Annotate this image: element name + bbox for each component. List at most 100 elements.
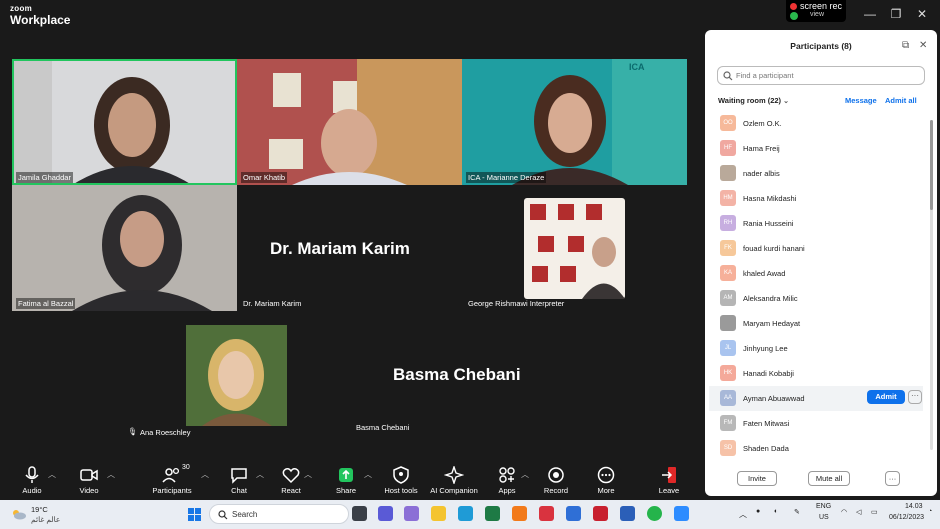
app-icon-media[interactable] — [539, 506, 554, 521]
clock-time[interactable]: 14.03 — [905, 503, 923, 510]
close-panel-icon[interactable]: ✕ — [919, 40, 927, 51]
notifications-icon[interactable]: ◔ — [928, 508, 932, 515]
participant-name: Shaden Dada — [743, 444, 789, 453]
participant-video — [12, 185, 237, 311]
react-options-chevron-icon[interactable]: ︿ — [304, 469, 312, 480]
waiting-list-item[interactable]: Maryam Hedayat — [709, 311, 923, 336]
share-label: Share — [335, 486, 356, 495]
app-icon-teams[interactable] — [378, 506, 393, 521]
tray-overflow-chevron-icon[interactable]: ︿ — [739, 509, 747, 520]
video-tile-marianne[interactable]: ICA ICA - Marianne Deraze — [462, 59, 687, 185]
chevron-down-icon: ⌄ — [783, 98, 790, 105]
video-gallery: Jamila Ghaddar Omar Khatib ICA ICA - Mar… — [0, 30, 704, 463]
close-window-button[interactable]: ✕ — [914, 6, 930, 22]
video-tile-fatima[interactable]: Fatima al Bazzal — [12, 185, 237, 311]
restore-button[interactable]: ❐ — [888, 6, 904, 22]
host-tools-button[interactable]: Host tools — [371, 466, 431, 500]
invite-button[interactable]: Invite — [737, 471, 777, 486]
tile-name: Fatima al Bazzal — [16, 298, 76, 309]
waiting-list-item[interactable]: HM Hasna Mikdashi — [709, 186, 923, 211]
app-icon-folder[interactable] — [431, 506, 446, 521]
avatar: AA — [720, 390, 736, 406]
app-icon-edge[interactable] — [458, 506, 473, 521]
video-tile-basma[interactable]: Basma Chebani Basma Chebani — [350, 325, 575, 435]
participant-name: Hanadi Kobabji — [743, 369, 794, 378]
battery-icon[interactable]: ▭ — [871, 508, 878, 516]
tray-app-icon[interactable]: ✎ — [794, 508, 800, 516]
waiting-list-item[interactable]: FK fouad kurdi hanani — [709, 236, 923, 261]
waiting-list-item[interactable]: HK Hanadi Kobabji — [709, 361, 923, 386]
app-icon-word[interactable] — [620, 506, 635, 521]
react-button[interactable]: React — [261, 466, 321, 500]
audio-options-chevron-icon[interactable]: ︿ — [48, 469, 56, 480]
waiting-room-label: Waiting room (22) — [718, 96, 782, 105]
waiting-list-item[interactable]: KA khaled Awad — [709, 261, 923, 286]
app-icon-excel[interactable] — [485, 506, 500, 521]
participant-more-button[interactable]: ··· — [908, 390, 922, 404]
taskbar-search[interactable]: Search — [209, 504, 349, 524]
panel-scrollbar-thumb[interactable] — [930, 120, 933, 210]
participant-name: Hama Freij — [743, 144, 780, 153]
leave-button[interactable]: Leave — [639, 466, 699, 500]
app-icon-copilot[interactable] — [404, 506, 419, 521]
avatar: JL — [720, 340, 736, 356]
video-tile-omar[interactable]: Omar Khatib — [237, 59, 462, 185]
shield-icon — [393, 466, 409, 484]
heart-icon — [282, 468, 300, 484]
participant-video — [524, 198, 625, 299]
tile-name: Dr. Mariam Karim — [243, 299, 302, 308]
apps-icon — [499, 467, 515, 483]
video-tile-mariam[interactable]: Dr. Mariam Karim Dr. Mariam Karim — [237, 185, 462, 311]
app-icon-firefox[interactable] — [512, 506, 527, 521]
avatar: AM — [720, 290, 736, 306]
video-tile-george[interactable]: George Rishmawi Interpreter — [462, 185, 687, 311]
waiting-list-item[interactable]: RH Rania Husseini — [709, 211, 923, 236]
leave-label: Leave — [658, 486, 680, 495]
video-label: Video — [79, 486, 99, 495]
participant-name: Hasna Mikdashi — [743, 194, 797, 203]
participant-video — [12, 59, 237, 185]
windows-start-icon[interactable] — [188, 508, 201, 521]
participant-search-field[interactable]: Find a participant — [717, 66, 925, 85]
minimize-button[interactable]: — — [862, 6, 878, 22]
volume-icon[interactable]: ◁ — [856, 508, 861, 516]
video-options-chevron-icon[interactable]: ︿ — [107, 469, 115, 480]
app-icon-zoom[interactable] — [674, 506, 689, 521]
waiting-list-item[interactable]: OO Ozlem O.K. — [709, 111, 923, 136]
waiting-list-item[interactable]: AM Aleksandra Milic — [709, 286, 923, 311]
app-icon-store[interactable] — [566, 506, 581, 521]
tray-app-icon[interactable]: ● — [756, 508, 760, 515]
app-icon-acrobat[interactable] — [593, 506, 608, 521]
waiting-list-item[interactable]: SD Shaden Dada — [709, 436, 923, 461]
panel-more-button[interactable]: ··· — [885, 471, 900, 486]
search-placeholder: Find a participant — [736, 71, 794, 80]
logo-line1: zoom — [10, 4, 33, 13]
waiting-room-toggle[interactable]: Waiting room (22) ⌄ — [718, 96, 789, 105]
tray-app-icon[interactable]: ◐ — [774, 508, 778, 515]
video-tile-jamila[interactable]: Jamila Ghaddar — [12, 59, 237, 185]
participants-options-chevron-icon[interactable]: ︿ — [201, 469, 209, 480]
app-icon-files[interactable] — [352, 506, 367, 521]
participants-button[interactable]: Participants — [142, 466, 202, 500]
admit-button[interactable]: Admit — [867, 390, 905, 404]
check-icon — [790, 12, 798, 20]
participants-panel: Participants (8) ⧉ ✕ Find a participant … — [705, 30, 937, 496]
more-button[interactable]: More — [576, 466, 636, 500]
app-icon-whatsapp[interactable] — [647, 506, 662, 521]
waiting-list-item[interactable]: JL Jinhyung Lee — [709, 336, 923, 361]
waiting-list-item[interactable]: nader albis — [709, 161, 923, 186]
waiting-list-item[interactable]: AA Ayman Abuawwad Admit ··· — [709, 386, 923, 411]
waiting-list-item[interactable]: HF Hama Freij — [709, 136, 923, 161]
admit-all-link[interactable]: Admit all — [885, 96, 917, 105]
tile-name: Jamila Ghaddar — [16, 172, 73, 183]
mute-all-button[interactable]: Mute all — [808, 471, 850, 486]
message-waiting-room-link[interactable]: Message — [845, 96, 877, 105]
screen-recorder-widget[interactable]: screen rec view — [786, 0, 846, 22]
video-tile-ana[interactable] — [186, 325, 287, 426]
participant-name: Maryam Hedayat — [743, 319, 801, 328]
wifi-icon[interactable]: ◠ — [841, 508, 847, 516]
ai-companion-button[interactable]: AI Companion — [424, 466, 484, 500]
input-language[interactable]: ENG — [816, 503, 831, 510]
pop-out-icon[interactable]: ⧉ — [902, 40, 909, 51]
waiting-list-item[interactable]: FM Faten Mitwasi — [709, 411, 923, 436]
